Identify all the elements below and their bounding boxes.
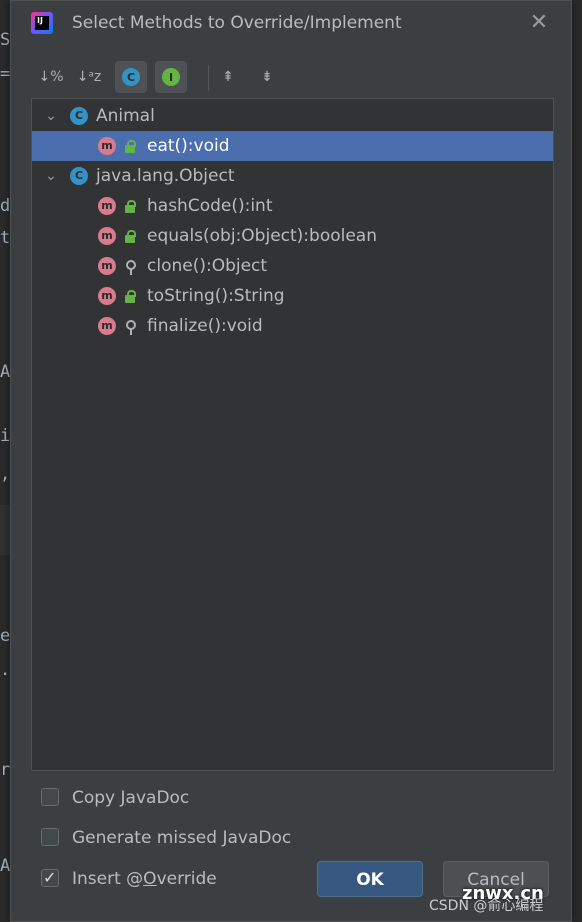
editor-text: A <box>0 856 11 876</box>
editor-text: e <box>0 626 11 646</box>
collapse-all-button[interactable]: ⇟ <box>251 61 283 93</box>
method-name: hashCode():int <box>147 196 273 216</box>
protected-key-icon <box>124 258 136 275</box>
method-icon: m <box>98 317 116 335</box>
method-icon: m <box>98 287 116 305</box>
insert-override-label: Insert @Override <box>72 869 217 889</box>
sort-alpha-icon: ↓ᵃz <box>76 69 102 85</box>
tree-node-class[interactable]: ⌄ C Animal <box>32 101 553 131</box>
method-name: finalize():void <box>147 316 263 336</box>
editor-text: i <box>0 426 11 446</box>
override-methods-dialog: IJ Select Methods to Override/Implement … <box>10 0 572 922</box>
generate-missed-javadoc-label: Generate missed JavaDoc <box>72 828 292 848</box>
public-lock-icon <box>124 228 136 244</box>
editor-text: S <box>0 30 11 50</box>
class-name: Animal <box>96 106 155 126</box>
checkbox-unchecked[interactable] <box>41 788 59 806</box>
intellij-app-icon: IJ <box>31 12 53 34</box>
editor-text: d <box>0 196 11 216</box>
dialog-title: Select Methods to Override/Implement <box>72 13 402 33</box>
method-icon: m <box>98 197 116 215</box>
sort-by-visibility-button[interactable]: ↓% <box>35 61 67 93</box>
collapse-all-icon: ⇟ <box>261 69 273 85</box>
checkbox-checked[interactable] <box>41 863 59 893</box>
class-icon: C <box>70 167 88 185</box>
method-name: eat():void <box>147 136 230 156</box>
editor-text: . <box>0 660 11 680</box>
class-icon: C <box>122 68 140 86</box>
tree-node-method[interactable]: m toString():String <box>32 281 553 311</box>
toolbar-separator <box>208 65 209 91</box>
class-name: java.lang.Object <box>96 166 235 186</box>
tree-node-method[interactable]: m equals(obj:Object):boolean <box>32 221 553 251</box>
methods-tree[interactable]: ⌄ C Animal m eat():void ⌄ C java.lang.Ob… <box>31 98 554 771</box>
editor-text: r <box>0 760 11 780</box>
method-name: clone():Object <box>147 256 268 276</box>
tree-node-class[interactable]: ⌄ C java.lang.Object <box>32 161 553 191</box>
expand-all-button[interactable]: ⇞ <box>212 61 244 93</box>
public-lock-icon <box>124 138 136 154</box>
interface-icon: I <box>162 68 180 86</box>
ok-button[interactable]: OK <box>317 861 423 897</box>
sort-alphabetically-button[interactable]: ↓ᵃz <box>73 61 105 93</box>
method-icon: m <box>98 257 116 275</box>
show-interfaces-toggle[interactable]: I <box>155 61 187 93</box>
chevron-down-icon[interactable]: ⌄ <box>44 101 58 131</box>
show-classes-toggle[interactable]: C <box>115 61 147 93</box>
method-icon: m <box>98 137 116 155</box>
protected-key-icon <box>124 318 136 335</box>
toolbar: ↓% ↓ᵃz C I ⇞ ⇟ <box>35 59 535 95</box>
editor-text: t <box>0 228 11 248</box>
class-icon: C <box>70 107 88 125</box>
dialog-titlebar[interactable]: IJ Select Methods to Override/Implement … <box>11 1 571 49</box>
watermark-author: CSDN @俞心编程 <box>429 898 544 914</box>
close-icon[interactable]: ✕ <box>527 11 551 35</box>
sort-visibility-icon: ↓% <box>38 69 64 85</box>
expand-all-icon: ⇞ <box>222 69 234 85</box>
chevron-down-icon[interactable]: ⌄ <box>44 161 58 191</box>
tree-node-method[interactable]: m hashCode():int <box>32 191 553 221</box>
editor-text: A <box>0 362 11 382</box>
editor-text: = <box>0 64 11 84</box>
method-name: toString():String <box>147 286 285 306</box>
app-icon-text: IJ <box>37 16 43 25</box>
checkbox-unchecked[interactable] <box>41 828 59 846</box>
tree-node-method[interactable]: m clone():Object <box>32 251 553 281</box>
public-lock-icon <box>124 198 136 214</box>
method-icon: m <box>98 227 116 245</box>
method-name: equals(obj:Object):boolean <box>147 226 377 246</box>
copy-javadoc-label: Copy JavaDoc <box>72 788 190 808</box>
public-lock-icon <box>124 288 136 304</box>
tree-node-method[interactable]: m eat():void <box>32 131 553 161</box>
tree-node-method[interactable]: m finalize():void <box>32 311 553 341</box>
editor-text: , <box>0 464 11 484</box>
